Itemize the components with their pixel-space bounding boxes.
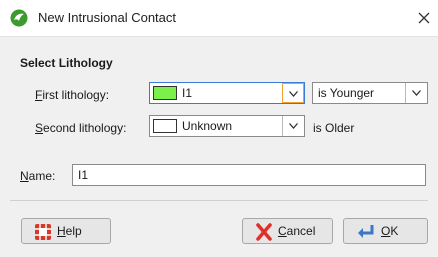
window-title: New Intrusional Contact	[38, 10, 177, 25]
title-bar: New Intrusional Contact	[0, 0, 438, 37]
ok-button-label: OK	[381, 224, 399, 238]
first-lithology-relation-select[interactable]: is Younger	[312, 82, 428, 104]
lifebuoy-icon	[34, 223, 52, 241]
relation-select-value: is Younger	[318, 86, 375, 100]
close-icon	[418, 12, 430, 24]
second-lithology-swatch	[153, 119, 177, 133]
dialog-window: New Intrusional Contact Select Lithology…	[0, 0, 438, 257]
second-lithology-relation-text: is Older	[313, 121, 355, 135]
second-lithology-label: Second lithology:	[35, 121, 127, 135]
first-lithology-dropdown-arrow[interactable]	[282, 83, 304, 103]
second-lithology-combo[interactable]: Unknown	[149, 115, 305, 137]
first-lithology-swatch	[153, 86, 177, 100]
second-lithology-dropdown-arrow[interactable]	[282, 116, 304, 136]
section-title: Select Lithology	[20, 56, 113, 70]
first-lithology-value: I1	[182, 86, 193, 100]
chevron-down-icon	[412, 90, 421, 96]
ok-button[interactable]: OK	[343, 218, 428, 244]
name-label: Name:	[20, 169, 56, 183]
second-lithology-value: Unknown	[182, 119, 233, 133]
app-icon	[10, 9, 28, 27]
enter-arrow-icon	[356, 223, 374, 241]
relation-dropdown-arrow[interactable]	[405, 83, 427, 103]
help-button[interactable]: Help	[21, 218, 111, 244]
first-lithology-combo[interactable]: I1	[149, 82, 305, 104]
chevron-down-icon	[289, 91, 298, 97]
help-button-label: Help	[57, 224, 82, 238]
cancel-button-label: Cancel	[278, 224, 316, 238]
cancel-button[interactable]: Cancel	[242, 218, 333, 244]
divider	[10, 200, 428, 201]
first-lithology-label: First lithology:	[35, 88, 110, 102]
red-x-icon	[255, 223, 273, 241]
dialog-content: Select Lithology First lithology: I1 is …	[0, 37, 438, 257]
name-input-value: I1	[78, 168, 89, 182]
name-input[interactable]: I1	[72, 164, 426, 186]
close-button[interactable]	[414, 6, 436, 30]
chevron-down-icon	[289, 123, 298, 129]
